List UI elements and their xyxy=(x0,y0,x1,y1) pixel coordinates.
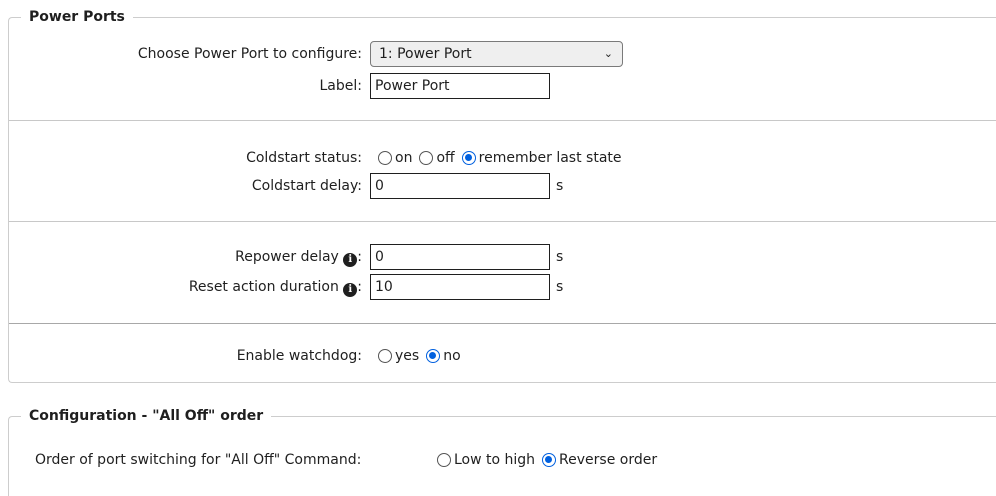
radio-button[interactable] xyxy=(378,151,392,165)
info-circle-icon[interactable]: i xyxy=(343,253,358,267)
radio-button[interactable] xyxy=(378,349,392,363)
watchdog-option-yes[interactable]: yes xyxy=(378,348,419,364)
watchdog-option-no[interactable]: no xyxy=(426,348,461,364)
colon: : xyxy=(357,279,362,295)
repower-delay-row: Repower delay i: 0 s xyxy=(9,243,996,271)
radio-button-selected[interactable] xyxy=(461,151,476,165)
label-label: Label: xyxy=(319,78,363,94)
coldstart-option-on[interactable]: on xyxy=(378,150,412,166)
watchdog-option-yes-label: yes xyxy=(395,348,420,364)
coldstart-option-off[interactable]: off xyxy=(419,150,455,166)
radio-button[interactable] xyxy=(419,151,434,165)
coldstart-delay-unit: s xyxy=(556,178,564,194)
reset-duration-label: Reset action duration xyxy=(188,279,339,295)
coldstart-status-label: Coldstart status: xyxy=(246,150,362,166)
radio-button-selected[interactable] xyxy=(542,453,557,467)
all-off-option-reverse[interactable]: Reverse order xyxy=(542,452,657,468)
reset-duration-row: Reset action duration i: 10 s xyxy=(9,273,996,301)
choose-port-row: Choose Power Port to configure: 1: Power… xyxy=(9,40,996,68)
repower-delay-unit: s xyxy=(556,249,564,265)
repower-delay-input[interactable]: 0 xyxy=(370,244,550,270)
all-off-order-radio-group: Low to high Reverse order xyxy=(437,446,664,474)
coldstart-option-off-label: off xyxy=(436,150,455,166)
power-port-select-value: 1: Power Port xyxy=(379,46,472,62)
all-off-order-fieldset: Configuration - "All Off" order Order of… xyxy=(8,407,996,496)
coldstart-delay-input[interactable]: 0 xyxy=(370,173,550,199)
coldstart-option-remember-label: remember last state xyxy=(478,150,622,166)
coldstart-status-row: Coldstart status: on off remember last s… xyxy=(9,144,996,172)
watchdog-radio-group: yes no xyxy=(378,342,468,370)
label-input[interactable]: Power Port xyxy=(370,73,550,99)
power-ports-legend: Power Ports xyxy=(21,8,133,26)
all-off-option-reverse-label: Reverse order xyxy=(559,452,658,468)
coldstart-option-on-label: on xyxy=(395,150,413,166)
watchdog-label: Enable watchdog: xyxy=(236,348,362,364)
repower-delay-label-group: Repower delay i: xyxy=(235,243,362,271)
section-divider xyxy=(9,120,996,121)
coldstart-option-remember[interactable]: remember last state xyxy=(461,150,622,166)
repower-delay-label: Repower delay xyxy=(235,249,339,265)
label-row: Label: Power Port xyxy=(9,72,996,100)
power-port-select[interactable]: 1: Power Port ⌄ xyxy=(370,41,623,67)
coldstart-delay-row: Coldstart delay: 0 s xyxy=(9,172,996,200)
all-off-order-label: Order of port switching for "All Off" Co… xyxy=(35,452,362,468)
all-off-order-legend: Configuration - "All Off" order xyxy=(21,407,272,425)
all-off-order-row: Order of port switching for "All Off" Co… xyxy=(9,446,996,474)
coldstart-delay-label: Coldstart delay: xyxy=(251,178,362,194)
radio-button-selected[interactable] xyxy=(426,349,441,363)
chevron-down-icon: ⌄ xyxy=(603,47,613,60)
all-off-option-low-to-high[interactable]: Low to high xyxy=(437,452,535,468)
reset-duration-label-group: Reset action duration i: xyxy=(189,273,362,301)
colon: : xyxy=(357,249,362,265)
power-ports-fieldset: Power Ports Choose Power Port to configu… xyxy=(8,8,996,383)
reset-duration-unit: s xyxy=(556,279,564,295)
watchdog-option-no-label: no xyxy=(443,348,461,364)
coldstart-status-radio-group: on off remember last state xyxy=(378,144,629,172)
reset-duration-input[interactable]: 10 xyxy=(370,274,550,300)
section-divider xyxy=(9,323,996,324)
all-off-option-low-to-high-label: Low to high xyxy=(454,452,536,468)
watchdog-row: Enable watchdog: yes no xyxy=(9,342,996,370)
choose-port-label: Choose Power Port to configure: xyxy=(137,46,362,62)
section-divider xyxy=(9,221,996,222)
radio-button[interactable] xyxy=(437,453,451,467)
info-circle-icon[interactable]: i xyxy=(343,283,358,297)
